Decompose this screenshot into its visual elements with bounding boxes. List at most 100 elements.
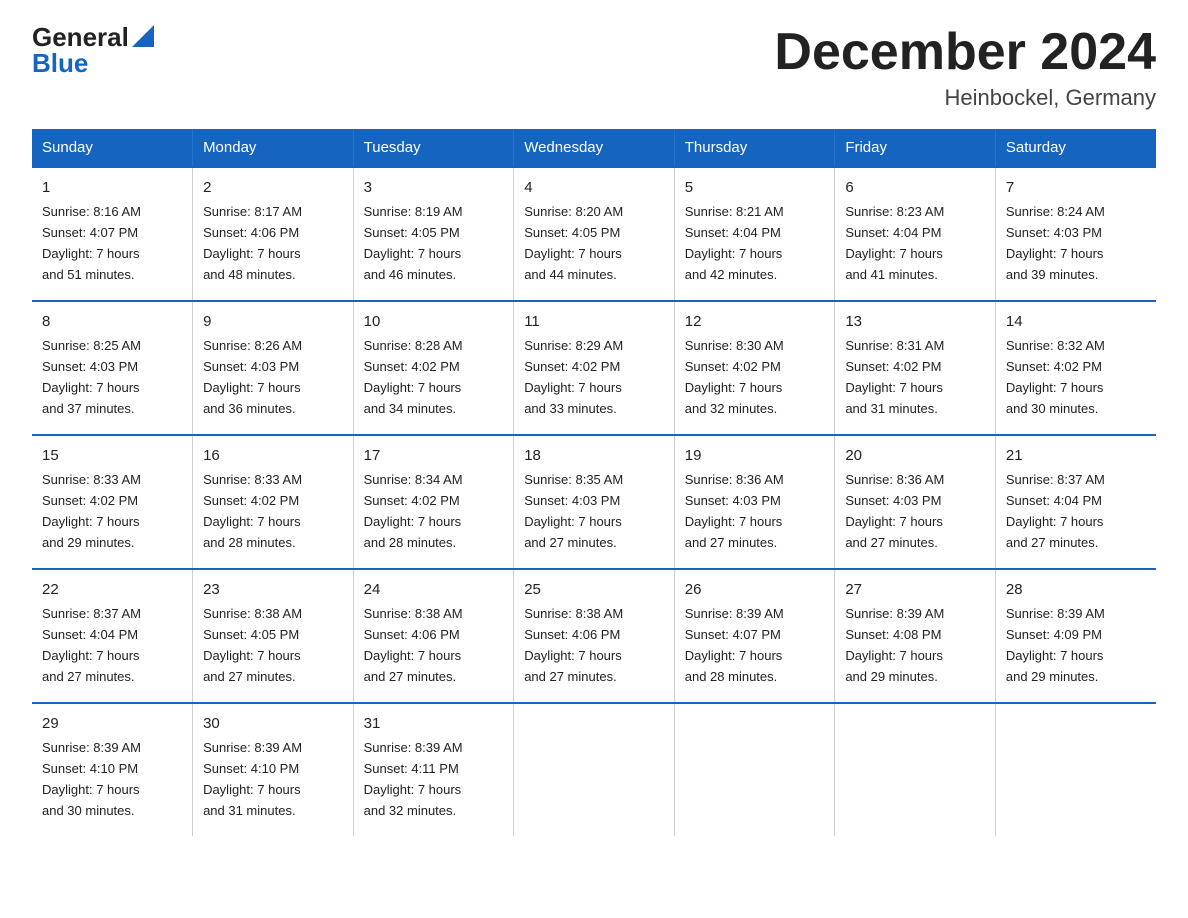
table-row: 12 Sunrise: 8:30 AMSunset: 4:02 PMDaylig… xyxy=(674,301,835,435)
table-row: 9 Sunrise: 8:26 AMSunset: 4:03 PMDayligh… xyxy=(193,301,354,435)
day-number: 30 xyxy=(203,712,343,735)
day-number: 14 xyxy=(1006,310,1146,333)
day-number: 29 xyxy=(42,712,182,735)
table-row xyxy=(995,703,1156,836)
day-info: Sunrise: 8:21 AMSunset: 4:04 PMDaylight:… xyxy=(685,204,784,282)
table-row: 17 Sunrise: 8:34 AMSunset: 4:02 PMDaylig… xyxy=(353,435,514,569)
day-number: 5 xyxy=(685,176,825,199)
table-row: 4 Sunrise: 8:20 AMSunset: 4:05 PMDayligh… xyxy=(514,167,675,301)
table-row: 7 Sunrise: 8:24 AMSunset: 4:03 PMDayligh… xyxy=(995,167,1156,301)
day-number: 1 xyxy=(42,176,182,199)
logo: General Blue xyxy=(32,24,154,76)
table-row: 3 Sunrise: 8:19 AMSunset: 4:05 PMDayligh… xyxy=(353,167,514,301)
day-info: Sunrise: 8:38 AMSunset: 4:05 PMDaylight:… xyxy=(203,606,302,684)
day-info: Sunrise: 8:37 AMSunset: 4:04 PMDaylight:… xyxy=(1006,472,1105,550)
day-info: Sunrise: 8:37 AMSunset: 4:04 PMDaylight:… xyxy=(42,606,141,684)
table-row: 31 Sunrise: 8:39 AMSunset: 4:11 PMDaylig… xyxy=(353,703,514,836)
day-number: 12 xyxy=(685,310,825,333)
calendar-week-row: 1 Sunrise: 8:16 AMSunset: 4:07 PMDayligh… xyxy=(32,167,1156,301)
day-info: Sunrise: 8:35 AMSunset: 4:03 PMDaylight:… xyxy=(524,472,623,550)
table-row: 1 Sunrise: 8:16 AMSunset: 4:07 PMDayligh… xyxy=(32,167,193,301)
day-info: Sunrise: 8:31 AMSunset: 4:02 PMDaylight:… xyxy=(845,338,944,416)
day-info: Sunrise: 8:26 AMSunset: 4:03 PMDaylight:… xyxy=(203,338,302,416)
day-info: Sunrise: 8:28 AMSunset: 4:02 PMDaylight:… xyxy=(364,338,463,416)
col-wednesday: Wednesday xyxy=(514,129,675,167)
day-info: Sunrise: 8:19 AMSunset: 4:05 PMDaylight:… xyxy=(364,204,463,282)
table-row: 27 Sunrise: 8:39 AMSunset: 4:08 PMDaylig… xyxy=(835,569,996,703)
title-block: December 2024 Heinbockel, Germany xyxy=(774,24,1156,111)
day-info: Sunrise: 8:33 AMSunset: 4:02 PMDaylight:… xyxy=(42,472,141,550)
table-row: 16 Sunrise: 8:33 AMSunset: 4:02 PMDaylig… xyxy=(193,435,354,569)
calendar-week-row: 29 Sunrise: 8:39 AMSunset: 4:10 PMDaylig… xyxy=(32,703,1156,836)
calendar-week-row: 22 Sunrise: 8:37 AMSunset: 4:04 PMDaylig… xyxy=(32,569,1156,703)
day-info: Sunrise: 8:25 AMSunset: 4:03 PMDaylight:… xyxy=(42,338,141,416)
day-number: 16 xyxy=(203,444,343,467)
calendar-header-row: Sunday Monday Tuesday Wednesday Thursday… xyxy=(32,129,1156,167)
table-row: 6 Sunrise: 8:23 AMSunset: 4:04 PMDayligh… xyxy=(835,167,996,301)
calendar-table: Sunday Monday Tuesday Wednesday Thursday… xyxy=(32,129,1156,836)
table-row: 18 Sunrise: 8:35 AMSunset: 4:03 PMDaylig… xyxy=(514,435,675,569)
col-saturday: Saturday xyxy=(995,129,1156,167)
col-monday: Monday xyxy=(193,129,354,167)
day-number: 21 xyxy=(1006,444,1146,467)
table-row: 29 Sunrise: 8:39 AMSunset: 4:10 PMDaylig… xyxy=(32,703,193,836)
table-row: 26 Sunrise: 8:39 AMSunset: 4:07 PMDaylig… xyxy=(674,569,835,703)
day-info: Sunrise: 8:39 AMSunset: 4:08 PMDaylight:… xyxy=(845,606,944,684)
page-header: General Blue December 2024 Heinbockel, G… xyxy=(32,24,1156,111)
table-row: 11 Sunrise: 8:29 AMSunset: 4:02 PMDaylig… xyxy=(514,301,675,435)
day-info: Sunrise: 8:23 AMSunset: 4:04 PMDaylight:… xyxy=(845,204,944,282)
day-info: Sunrise: 8:29 AMSunset: 4:02 PMDaylight:… xyxy=(524,338,623,416)
day-info: Sunrise: 8:38 AMSunset: 4:06 PMDaylight:… xyxy=(364,606,463,684)
table-row: 15 Sunrise: 8:33 AMSunset: 4:02 PMDaylig… xyxy=(32,435,193,569)
table-row: 21 Sunrise: 8:37 AMSunset: 4:04 PMDaylig… xyxy=(995,435,1156,569)
day-number: 4 xyxy=(524,176,664,199)
col-sunday: Sunday xyxy=(32,129,193,167)
table-row: 13 Sunrise: 8:31 AMSunset: 4:02 PMDaylig… xyxy=(835,301,996,435)
table-row: 10 Sunrise: 8:28 AMSunset: 4:02 PMDaylig… xyxy=(353,301,514,435)
table-row: 14 Sunrise: 8:32 AMSunset: 4:02 PMDaylig… xyxy=(995,301,1156,435)
table-row xyxy=(674,703,835,836)
day-info: Sunrise: 8:36 AMSunset: 4:03 PMDaylight:… xyxy=(845,472,944,550)
table-row xyxy=(835,703,996,836)
day-number: 28 xyxy=(1006,578,1146,601)
day-info: Sunrise: 8:24 AMSunset: 4:03 PMDaylight:… xyxy=(1006,204,1105,282)
day-number: 20 xyxy=(845,444,985,467)
day-info: Sunrise: 8:33 AMSunset: 4:02 PMDaylight:… xyxy=(203,472,302,550)
logo-general-text: General xyxy=(32,24,129,50)
day-number: 27 xyxy=(845,578,985,601)
col-friday: Friday xyxy=(835,129,996,167)
location-title: Heinbockel, Germany xyxy=(774,85,1156,111)
day-number: 11 xyxy=(524,310,664,333)
day-number: 25 xyxy=(524,578,664,601)
table-row: 24 Sunrise: 8:38 AMSunset: 4:06 PMDaylig… xyxy=(353,569,514,703)
day-number: 8 xyxy=(42,310,182,333)
table-row: 30 Sunrise: 8:39 AMSunset: 4:10 PMDaylig… xyxy=(193,703,354,836)
table-row xyxy=(514,703,675,836)
calendar-week-row: 15 Sunrise: 8:33 AMSunset: 4:02 PMDaylig… xyxy=(32,435,1156,569)
table-row: 5 Sunrise: 8:21 AMSunset: 4:04 PMDayligh… xyxy=(674,167,835,301)
day-number: 13 xyxy=(845,310,985,333)
logo-blue-text: Blue xyxy=(32,50,154,76)
day-info: Sunrise: 8:38 AMSunset: 4:06 PMDaylight:… xyxy=(524,606,623,684)
table-row: 22 Sunrise: 8:37 AMSunset: 4:04 PMDaylig… xyxy=(32,569,193,703)
logo-triangle-icon xyxy=(132,25,154,47)
table-row: 25 Sunrise: 8:38 AMSunset: 4:06 PMDaylig… xyxy=(514,569,675,703)
table-row: 23 Sunrise: 8:38 AMSunset: 4:05 PMDaylig… xyxy=(193,569,354,703)
day-info: Sunrise: 8:39 AMSunset: 4:11 PMDaylight:… xyxy=(364,740,463,818)
day-number: 22 xyxy=(42,578,182,601)
table-row: 28 Sunrise: 8:39 AMSunset: 4:09 PMDaylig… xyxy=(995,569,1156,703)
day-number: 3 xyxy=(364,176,504,199)
month-title: December 2024 xyxy=(774,24,1156,81)
day-number: 10 xyxy=(364,310,504,333)
day-number: 6 xyxy=(845,176,985,199)
day-number: 7 xyxy=(1006,176,1146,199)
day-number: 9 xyxy=(203,310,343,333)
day-number: 18 xyxy=(524,444,664,467)
day-info: Sunrise: 8:32 AMSunset: 4:02 PMDaylight:… xyxy=(1006,338,1105,416)
day-number: 24 xyxy=(364,578,504,601)
table-row: 2 Sunrise: 8:17 AMSunset: 4:06 PMDayligh… xyxy=(193,167,354,301)
col-tuesday: Tuesday xyxy=(353,129,514,167)
day-info: Sunrise: 8:39 AMSunset: 4:07 PMDaylight:… xyxy=(685,606,784,684)
day-number: 26 xyxy=(685,578,825,601)
table-row: 19 Sunrise: 8:36 AMSunset: 4:03 PMDaylig… xyxy=(674,435,835,569)
